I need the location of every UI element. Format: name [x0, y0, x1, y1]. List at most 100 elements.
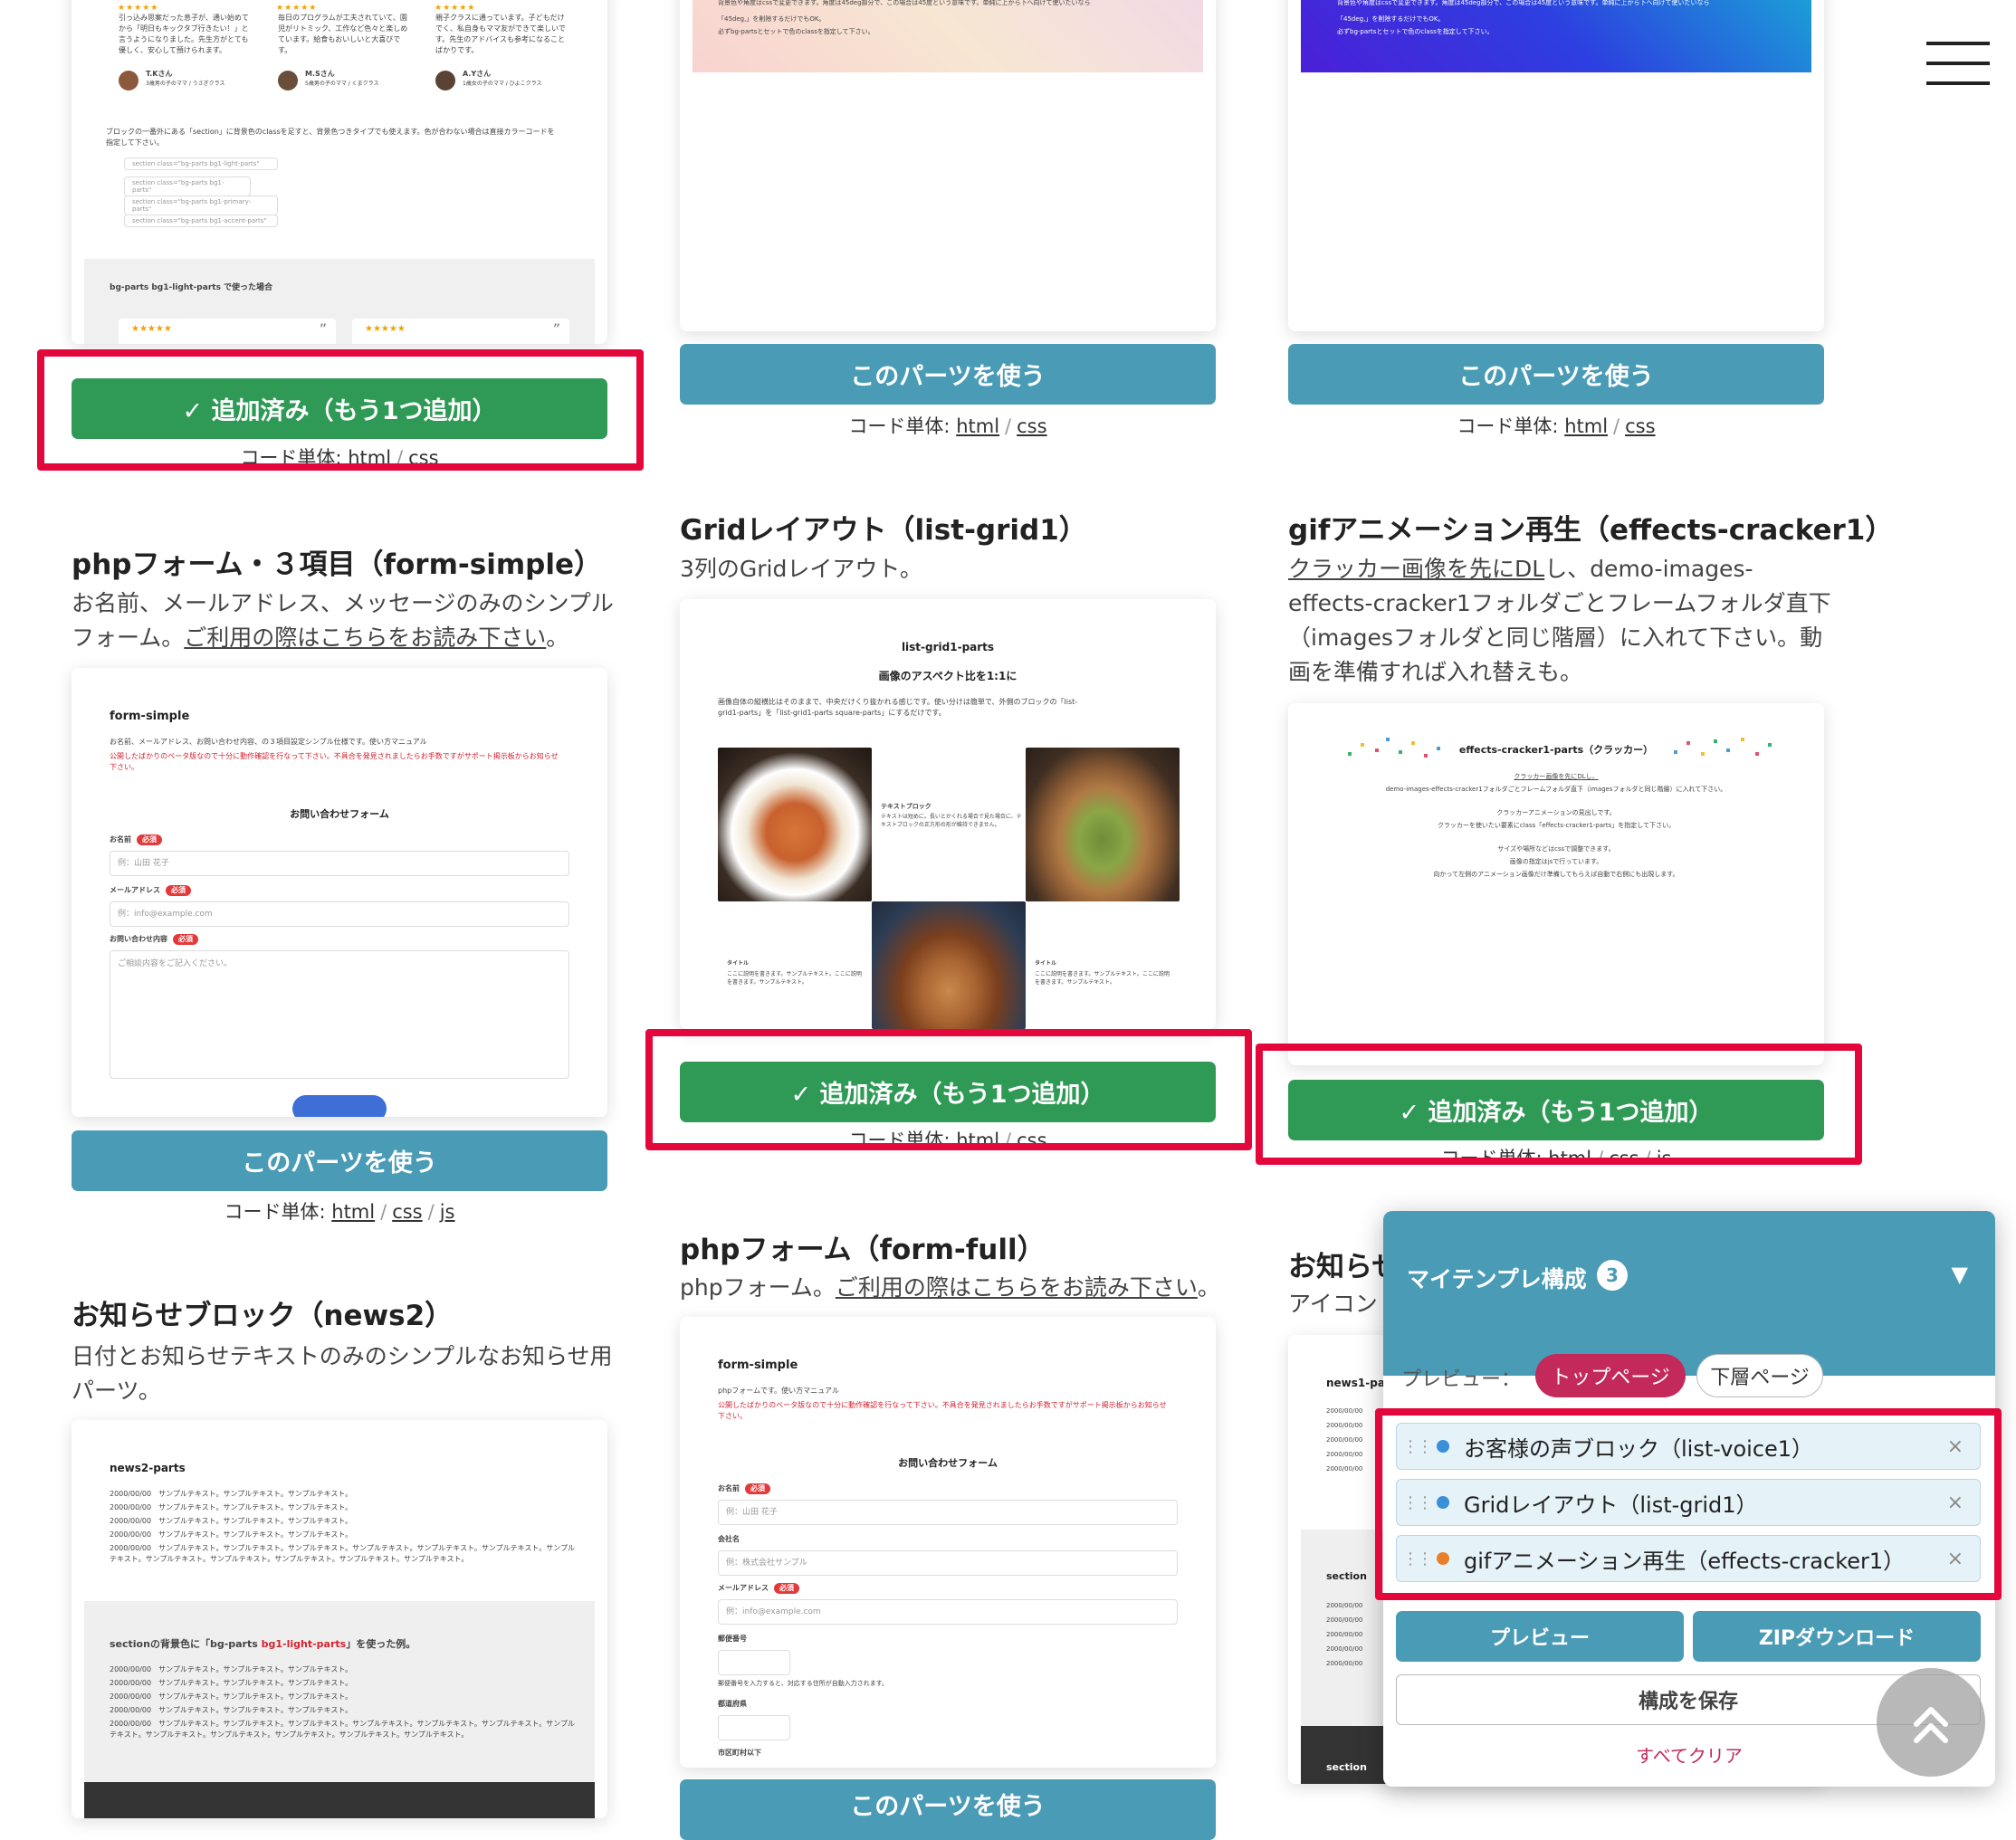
panel-title: マイテンプレ構成 [1407, 1266, 1587, 1292]
news-list: 2000/00/00 サンプルテキスト。サンプルテキスト。サンプルテキスト。 2… [110, 1664, 580, 1740]
title-label: タイトル [1035, 960, 1057, 967]
html-link[interactable]: html [1564, 415, 1608, 437]
news-date: 2000/00/00 [110, 1517, 152, 1525]
gradient-text-2: 「45deg,」を削除するだけでもOK。 [718, 15, 826, 23]
news-row: 2000/00/00 サンプルテキスト。サンプルテキスト。サンプルテキスト。 [110, 1502, 580, 1513]
mail-label: メールアドレス 必須 [718, 1583, 799, 1594]
bg-sample-label: section [1326, 1570, 1367, 1582]
use-button-form-simple[interactable]: このパーツを使う [72, 1130, 607, 1191]
css-link[interactable]: css [1017, 415, 1046, 437]
required-badge: 必須 [166, 885, 191, 896]
cracker-label: effects-cracker1-parts（クラッカー） [1458, 744, 1654, 756]
desc-text: phpフォーム。 [680, 1274, 836, 1301]
pref-label: 都道府県 [718, 1700, 747, 1708]
use-button-gradient-dark[interactable]: このパーツを使う [1288, 344, 1824, 405]
news-date: 2000/00/00 [1326, 1660, 1363, 1667]
html-link[interactable]: html [331, 1201, 375, 1223]
cracker-line-2: demo-images-effects-cracker1フォルダごとフレームフォ… [1385, 786, 1727, 793]
news-list: 2000/00/00 サンプルテキスト。サンプルテキスト。サンプルテキスト。 2… [110, 1489, 580, 1565]
form-bullet-1: phpフォームです。使い方マニュアル [718, 1387, 839, 1395]
news2-preview-card: news2-parts 2000/00/00 サンプルテキスト。サンプルテキスト… [72, 1420, 607, 1818]
cracker-dl-link[interactable]: クラッカー画像を先にDL [1288, 556, 1544, 582]
code-links: コード単体: html / css [848, 415, 1047, 437]
stars: ★★★★★ [276, 4, 318, 13]
use-button-gradient[interactable]: このパーツを使う [680, 344, 1216, 405]
news-text: サンプルテキスト。サンプルテキスト。サンプルテキスト。 [158, 1517, 353, 1525]
mail-input[interactable]: 例：info@example.com [110, 901, 569, 927]
form-full-preview-card: form-simple phpフォームです。使い方マニュアル 公開したばかりのベ… [680, 1317, 1216, 1768]
company-input[interactable]: 例：株式会社サンプル [718, 1550, 1178, 1576]
form-heading: お問い合わせフォーム [898, 1457, 998, 1469]
news-dates: 2000/00/00 2000/00/00 2000/00/00 2000/00… [1326, 1598, 1362, 1671]
gradient-sample: 背景色や角度はcssで変更できます。角度は45deg部分で、この場合は45度とい… [693, 0, 1203, 72]
css-link[interactable]: css [1625, 415, 1655, 437]
news-text: サンプルテキスト。サンプルテキスト。サンプルテキスト。 [158, 1490, 353, 1498]
avatar [119, 71, 139, 91]
tab-sub-page[interactable]: 下層ページ [1696, 1354, 1823, 1397]
news-text: サンプルテキスト。サンプルテキスト。サンプルテキスト。サンプルテキスト。サンプル… [110, 1544, 576, 1563]
form-bullet-2: 公開したばかりのベータ版なので十分に動作確認を行なって下さい。不具合を発見されま… [718, 1401, 1167, 1420]
news-row: 2000/00/00 サンプルテキスト。サンプルテキスト。サンプルテキスト。 [110, 1692, 580, 1702]
highlight-box [1256, 1044, 1862, 1165]
news-date: 2000/00/00 [1326, 1465, 1363, 1473]
news-row: 2000/00/00 サンプルテキスト。サンプルテキスト。サンプルテキスト。 [110, 1530, 580, 1540]
name-input[interactable]: 例：山田 花子 [110, 851, 569, 876]
news-date: 2000/00/00 [110, 1679, 152, 1687]
news-date: 2000/00/00 [110, 1490, 152, 1498]
news2-desc: 日付とお知らせテキストのみのシンプルなお知らせ用パーツ。 [72, 1343, 613, 1404]
news-date: 2000/00/00 [110, 1706, 152, 1714]
preview-button[interactable]: プレビュー [1396, 1611, 1684, 1662]
zip-download-button[interactable]: ZIPダウンロード [1693, 1611, 1981, 1662]
required-badge: 必須 [137, 834, 162, 845]
bg-dark-label: section [1326, 1761, 1367, 1773]
voice-preview-card: 引っ込み思案だった息子が、通い始めてから「明日もキックタブ行きたい！」と言うよう… [72, 0, 607, 344]
preview-label: プレビュー： [1401, 1368, 1522, 1391]
pref-select[interactable] [718, 1715, 790, 1740]
mail-input[interactable]: 例：info@example.com [718, 1599, 1178, 1625]
news-date: 2000/00/00 [1326, 1645, 1363, 1653]
manual-link[interactable]: ご利用の際はこちらをお読み下さい [184, 624, 546, 651]
class-code-3: section class="bg-parts bg1-primary-part… [124, 195, 278, 215]
news-text: サンプルテキスト。サンプルテキスト。サンプルテキスト。 [158, 1530, 353, 1539]
name-label-text: お名前 [718, 1484, 740, 1492]
js-link[interactable]: js [440, 1201, 455, 1223]
title-body: ここに説明を書きます。サンプルテキスト。ここに説明を書きます。サンプルテキスト。 [1035, 971, 1170, 986]
html-link[interactable]: html [956, 415, 999, 437]
manual-link[interactable]: ご利用の際はこちらをお読み下さい [836, 1274, 1198, 1301]
news-row: 2000/00/00 サンプルテキスト。サンプルテキスト。サンプルテキスト。 [110, 1705, 580, 1716]
required-badge: 必須 [745, 1483, 770, 1494]
news-date: 2000/00/00 [110, 1544, 152, 1552]
name-input[interactable]: 例：山田 花子 [718, 1500, 1178, 1525]
label-suffix: 」を使った例。 [346, 1638, 416, 1650]
gradient-sample: 背景色や角度はcssで変更できます。角度は45deg部分で、この場合は45度とい… [1301, 0, 1811, 72]
submit-button[interactable] [292, 1095, 387, 1117]
news-date: 2000/00/00 [110, 1692, 152, 1701]
msg-textarea[interactable]: ご相談内容をご記入ください。 [110, 950, 569, 1079]
panel-header[interactable]: マイテンプレ構成 3 ▼ [1383, 1211, 1995, 1376]
news-row: 2000/00/00 サンプルテキスト。サンプルテキスト。サンプルテキスト。 [110, 1516, 580, 1527]
company-label: 会社名 [718, 1535, 740, 1543]
grid-label: list-grid1-parts [901, 641, 995, 653]
news-row: 2000/00/00 サンプルテキスト。サンプルテキスト。サンプルテキスト。サン… [110, 1543, 580, 1565]
scroll-top-button[interactable] [1877, 1668, 1985, 1777]
voice-name-2: M.Sさん [305, 70, 335, 78]
hamburger-menu-icon[interactable] [1926, 42, 1990, 87]
tab-top-page[interactable]: トップページ [1535, 1354, 1686, 1397]
label-prefix: sectionの背景色に「bg-parts [110, 1638, 262, 1650]
gif-desc: クラッカー画像を先にDLし、demo-images-effects-cracke… [1288, 552, 1831, 690]
form-bullet-1: お名前、メールアドレス、お問い合わせ内容、の３項目設定シンプル仕様です。使い方マ… [110, 738, 427, 746]
cracker-line-7: 向かって左側のアニメーション画像だけ準備してもらえば自動で右側にも出現します。 [1433, 871, 1679, 878]
news-row: 2000/00/00 サンプルテキスト。サンプルテキスト。サンプルテキスト。 [110, 1678, 580, 1689]
toast-photo [1026, 748, 1180, 901]
collapse-toggle-icon[interactable]: ▼ [1952, 1262, 1968, 1287]
zip-input[interactable] [718, 1650, 790, 1675]
news-text: サンプルテキスト。サンプルテキスト。サンプルテキスト。 [158, 1665, 353, 1673]
double-chevron-up-icon [1914, 1707, 1948, 1743]
grid-preview-card: list-grid1-parts 画像のアスペクト比を1:1に 画像自体の縦横比… [680, 599, 1216, 1029]
voice-role-2: 5歳男の子のママ / くまクラス [305, 81, 379, 87]
bg-sample-label: sectionの背景色に「bg-parts bg1-light-parts」を使… [110, 1637, 416, 1653]
css-link[interactable]: css [392, 1201, 422, 1223]
grid-desc: 3列のGridレイアウト。 [680, 556, 922, 582]
stars: ★★★★★ [131, 324, 172, 334]
use-button-form-full[interactable]: このパーツを使う [680, 1779, 1216, 1840]
